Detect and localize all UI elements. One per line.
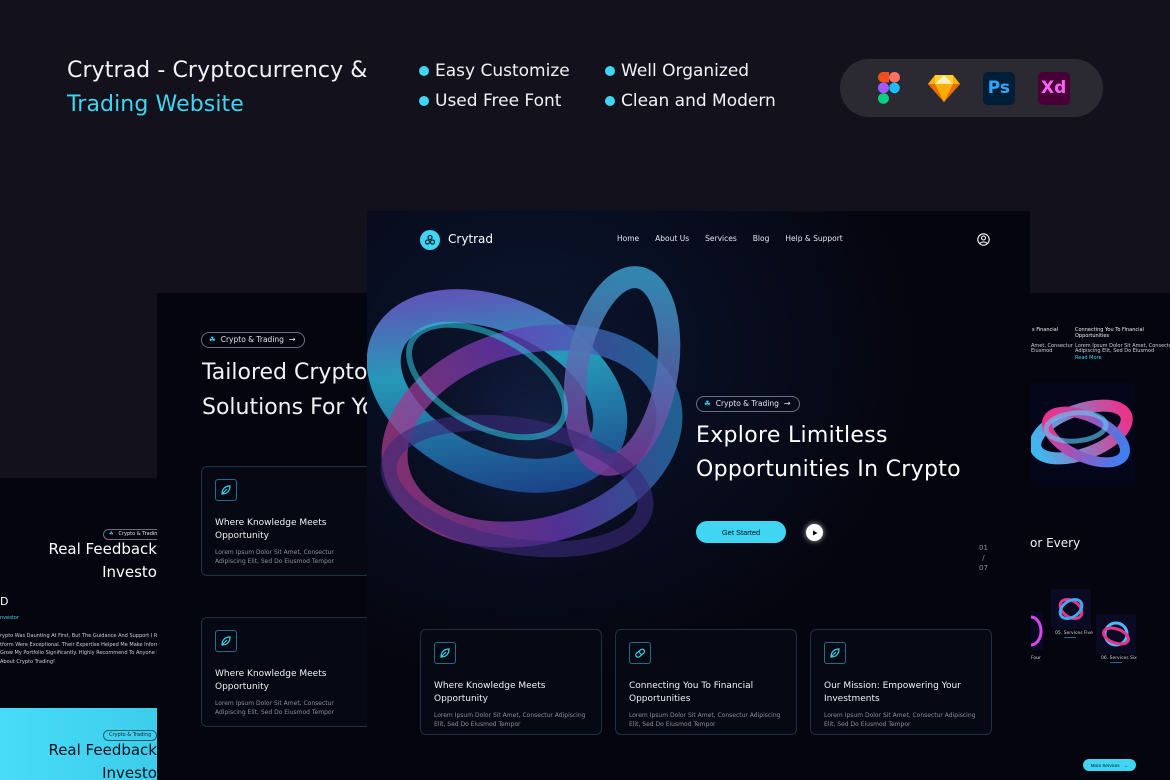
services-section-heading: or Every	[1030, 536, 1081, 550]
service-thumbnail[interactable]	[1031, 612, 1043, 650]
abstract-ribbon-image	[1031, 382, 1135, 485]
hero-abstract-ribbon-art	[367, 261, 707, 591]
nav-blog[interactable]: Blog	[753, 234, 770, 243]
showcase-stage: Crytrad - Cryptocurrency & Trading Websi…	[0, 0, 1170, 780]
bullet-dot-icon	[605, 96, 615, 106]
nav-home[interactable]: Home	[617, 234, 639, 243]
feature-item: Easy Customize	[419, 60, 605, 82]
bullet-dot-icon	[419, 96, 429, 106]
testimonial-tag: Crypto & Trading	[103, 721, 157, 741]
feature-list: Easy Customize Well Organized Used Free …	[419, 60, 795, 112]
feature-item: Clean and Modern	[605, 90, 795, 112]
service-thumbnail[interactable]	[1096, 614, 1136, 654]
photoshop-icon: Ps	[982, 71, 1015, 105]
promo-title-line1: Crytrad - Cryptocurrency &	[67, 58, 368, 83]
testimonial-author-name: D	[0, 595, 9, 608]
feature-item: Used Free Font	[419, 90, 605, 112]
leaf-icon	[215, 479, 237, 501]
services-tag: ☘ Crypto & Trading →	[201, 327, 305, 348]
arrow-right-icon: →	[1123, 762, 1129, 768]
more-services-button[interactable]: More Services →	[1083, 759, 1136, 771]
feature-card[interactable]: Where Knowledge Meets Opportunity Lorem …	[201, 466, 371, 576]
arrow-right-icon: →	[783, 399, 791, 408]
testimonial-preview-panel	[0, 478, 157, 708]
promo-title-line2: Trading Website	[67, 92, 244, 117]
hero-tag: ☘ Crypto & Trading →	[696, 391, 800, 412]
nav-services[interactable]: Services	[705, 234, 737, 243]
promo-title: Crytrad - Cryptocurrency & Trading Websi…	[67, 54, 368, 122]
crypto-logo-icon: ☘	[109, 531, 114, 537]
get-started-button[interactable]: Get Started	[696, 521, 786, 543]
feature-card[interactable]: Our Mission: Empowering Your Investments…	[810, 629, 992, 735]
hero-preview-panel: Crytrad Home About Us Services Blog Help…	[367, 211, 1030, 780]
testimonial-heading: Real Feedback Investo	[48, 741, 157, 780]
testimonial-heading: Real Feedback Investo	[48, 540, 157, 581]
leaf-icon	[215, 630, 237, 652]
brand-name[interactable]: Crytrad	[448, 232, 493, 246]
sketch-icon	[928, 72, 961, 104]
blog-card-title: s Financial	[1032, 327, 1059, 333]
bullet-dot-icon	[419, 66, 429, 76]
adobe-xd-icon: Xd	[1037, 71, 1070, 105]
slide-counter: 01 / 07	[979, 544, 988, 572]
play-video-button[interactable]	[806, 524, 823, 541]
leaf-icon	[824, 642, 846, 664]
hero-heading: Explore Limitless Opportunities In Crypt…	[696, 423, 961, 482]
service-label: Four	[1031, 656, 1041, 661]
capsule-icon	[629, 642, 651, 664]
feature-card[interactable]: Where Knowledge Meets Opportunity Lorem …	[420, 629, 602, 735]
service-underline	[1064, 637, 1076, 638]
nav-about-us[interactable]: About Us	[655, 234, 689, 243]
top-nav: Crytrad Home About Us Services Blog Help…	[367, 211, 1030, 269]
feature-item: Well Organized	[605, 60, 795, 82]
feature-cards: Where Knowledge Meets Opportunity Lorem …	[420, 629, 992, 735]
service-underline	[1110, 662, 1122, 663]
service-label: 06. Services Six	[1101, 656, 1137, 661]
blog-card-desc: Eiusmod	[1031, 348, 1053, 354]
user-account-icon[interactable]	[977, 233, 990, 246]
testimonial-quote: rypto Was Daunting At First, But The Gui…	[0, 633, 157, 665]
blog-card-title: Opportunities	[1075, 333, 1110, 339]
blog-card-desc: Adipiscing Elit, Sed Do Eiusmod	[1075, 348, 1155, 354]
bullet-dot-icon	[605, 66, 615, 76]
service-label: 05. Services Five	[1055, 631, 1093, 636]
figma-icon	[873, 72, 905, 104]
testimonial-author-role: nvestor	[0, 615, 19, 621]
read-more-link[interactable]: Read More	[1075, 355, 1102, 361]
leaf-icon	[434, 642, 456, 664]
services-heading: Tailored Crypto Solutions For You	[202, 360, 367, 420]
crypto-logo-icon: ☘	[704, 399, 711, 408]
testimonial-tag: ☘ Crypto & Trading	[103, 520, 157, 540]
feature-card[interactable]: Where Knowledge Meets Opportunity Lorem …	[201, 617, 371, 727]
service-thumbnail[interactable]	[1051, 589, 1091, 629]
feature-card[interactable]: Connecting You To Financial Opportunitie…	[615, 629, 797, 735]
play-icon	[812, 530, 817, 535]
nav-help-support[interactable]: Help & Support	[785, 234, 842, 243]
crypto-logo-icon: ☘	[209, 335, 216, 344]
arrow-right-icon: →	[288, 335, 296, 344]
nav-links: Home About Us Services Blog Help & Suppo…	[617, 234, 843, 243]
crytrad-logo-icon[interactable]	[420, 230, 440, 250]
tools-badge: Ps Xd	[840, 59, 1103, 117]
